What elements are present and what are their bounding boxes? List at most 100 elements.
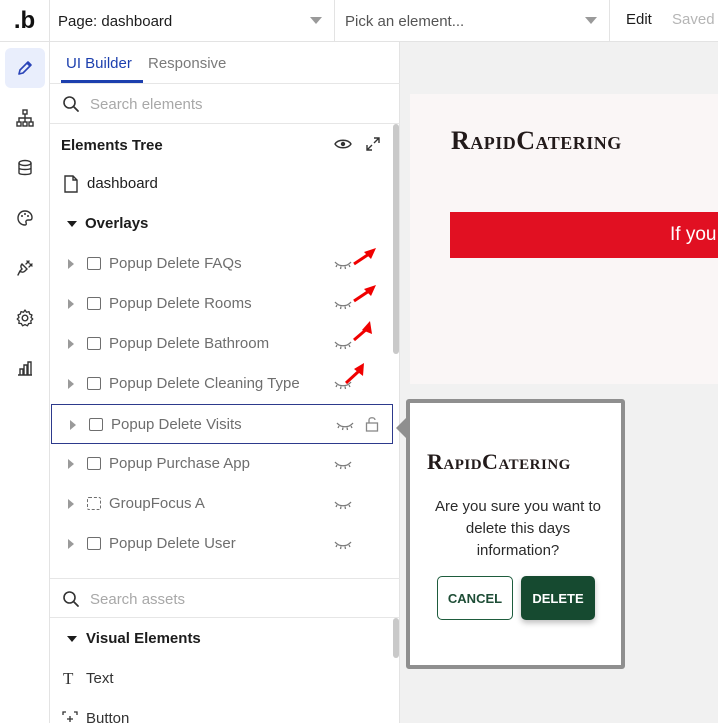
search-icon [63, 591, 79, 607]
tree-item-label: Popup Delete FAQs [109, 255, 242, 272]
page-icon [64, 175, 78, 193]
plugins-tab-button[interactable] [5, 248, 45, 288]
annotation-arrow-icon [353, 321, 372, 342]
styles-tab-button[interactable] [5, 198, 45, 238]
button-element-icon [62, 711, 78, 723]
element-picker[interactable]: Pick an element... [335, 0, 610, 42]
search-assets-input[interactable] [90, 588, 370, 610]
tree-item-label: GroupFocus A [109, 495, 205, 512]
page-selector-label: Page: dashboard [58, 12, 173, 30]
popup-icon [87, 377, 101, 390]
annotation-arrow-icon [353, 285, 376, 303]
expand-arrow-icon [68, 379, 74, 389]
expand-arrow-icon [68, 539, 74, 549]
tree-page-label: dashboard [87, 175, 158, 192]
tree-item-popup-delete-faqs[interactable]: Popup Delete FAQs [50, 244, 392, 284]
tree-item-popup-delete-bathroom[interactable]: Popup Delete Bathroom [50, 324, 392, 364]
search-elements-box [50, 84, 400, 124]
saved-status: Saved [672, 11, 715, 28]
tree-item-label: Popup Purchase App [109, 455, 250, 472]
search-elements-input[interactable] [90, 93, 370, 115]
sitemap-icon [16, 109, 34, 127]
active-tab-indicator [61, 80, 143, 83]
tab-ui-builder[interactable]: UI Builder [66, 55, 132, 72]
popup-icon [87, 537, 101, 550]
tree-item-popup-delete-visits[interactable]: Popup Delete Visits [51, 404, 393, 444]
expand-icon[interactable] [364, 135, 382, 153]
design-tab-button[interactable] [5, 48, 45, 88]
unlock-icon[interactable] [365, 415, 379, 433]
left-rail [0, 42, 50, 723]
caret-down-icon [67, 636, 77, 642]
page-selector[interactable]: Page: dashboard [50, 0, 335, 42]
hidden-eye-icon[interactable] [333, 497, 353, 511]
annotation-arrow-icon [353, 248, 376, 266]
popup-icon [87, 337, 101, 350]
hidden-eye-icon[interactable] [333, 297, 353, 311]
eye-icon[interactable] [333, 136, 353, 152]
assets-scrollbar[interactable] [393, 618, 399, 658]
popup-icon [87, 457, 101, 470]
expand-arrow-icon [68, 459, 74, 469]
group-focus-icon [87, 497, 101, 510]
expand-arrow-icon [70, 420, 76, 430]
hidden-eye-icon[interactable] [333, 337, 353, 351]
alert-banner[interactable]: If you [450, 212, 718, 258]
search-icon [63, 96, 79, 112]
popup-icon [87, 297, 101, 310]
chevron-down-icon [310, 17, 322, 24]
caret-down-icon [67, 221, 77, 227]
search-assets-box [50, 578, 400, 618]
tab-responsive[interactable]: Responsive [148, 55, 226, 72]
tree-page-dashboard[interactable]: dashboard [50, 164, 392, 204]
asset-text[interactable]: T Text [50, 659, 392, 699]
popup-pointer [396, 418, 406, 438]
delete-visits-popup[interactable]: RapidCatering Are you sure you want to d… [406, 399, 625, 669]
tree-item-label: Popup Delete Visits [111, 416, 242, 433]
hidden-eye-icon[interactable] [335, 418, 355, 432]
palette-icon [17, 210, 33, 226]
asset-button[interactable]: Button [50, 699, 392, 723]
hidden-eye-icon[interactable] [333, 537, 353, 551]
popup-icon [87, 257, 101, 270]
top-bar: .b Page: dashboard Pick an element... Ed… [0, 0, 718, 42]
edit-mode-button[interactable]: Edit [626, 11, 652, 28]
visual-elements-label: Visual Elements [86, 630, 201, 647]
chart-icon [18, 361, 32, 376]
brand-logo-text: RapidCatering [451, 126, 622, 155]
data-tab-button[interactable] [5, 148, 45, 188]
tree-item-label: Popup Delete Cleaning Type [109, 375, 300, 392]
popup-brand-text: RapidCatering [427, 449, 571, 474]
tree-item-groupfocus-a[interactable]: GroupFocus A [50, 484, 392, 524]
tree-scrollbar[interactable] [393, 124, 399, 354]
tree-overlays-group[interactable]: Overlays [50, 204, 392, 244]
visual-elements-group[interactable]: Visual Elements [50, 619, 392, 659]
tree-item-popup-delete-rooms[interactable]: Popup Delete Rooms [50, 284, 392, 324]
hidden-eye-icon[interactable] [333, 457, 353, 471]
cancel-button[interactable]: CANCEL [437, 576, 513, 620]
tree-item-popup-delete-cleaning-type[interactable]: Popup Delete Cleaning Type [50, 364, 392, 404]
settings-tab-button[interactable] [5, 298, 45, 338]
delete-button[interactable]: DELETE [521, 576, 595, 620]
workflow-tab-button[interactable] [5, 98, 45, 138]
expand-arrow-icon [68, 259, 74, 269]
tree-item-label: Popup Delete User [109, 535, 236, 552]
hidden-eye-icon[interactable] [333, 257, 353, 271]
expand-arrow-icon [68, 499, 74, 509]
tree-item-popup-purchase-app[interactable]: Popup Purchase App [50, 444, 392, 484]
database-icon [18, 159, 32, 176]
chevron-down-icon [585, 17, 597, 24]
annotation-arrow-icon [344, 363, 364, 385]
bubble-logo[interactable]: .b [0, 0, 50, 42]
tree-item-label: Popup Delete Bathroom [109, 335, 270, 352]
banner-text: If you [670, 224, 717, 245]
tree-item-popup-delete-user[interactable]: Popup Delete User [50, 524, 392, 564]
tree-item-label: Popup Delete Rooms [109, 295, 252, 312]
overlays-label: Overlays [85, 215, 149, 232]
expand-arrow-icon [68, 339, 74, 349]
pencil-icon [18, 61, 32, 75]
plug-icon [17, 260, 33, 276]
element-picker-placeholder: Pick an element... [345, 12, 465, 30]
popup-message: Are you sure you want to delete this day… [435, 498, 601, 559]
logs-tab-button[interactable] [5, 348, 45, 388]
